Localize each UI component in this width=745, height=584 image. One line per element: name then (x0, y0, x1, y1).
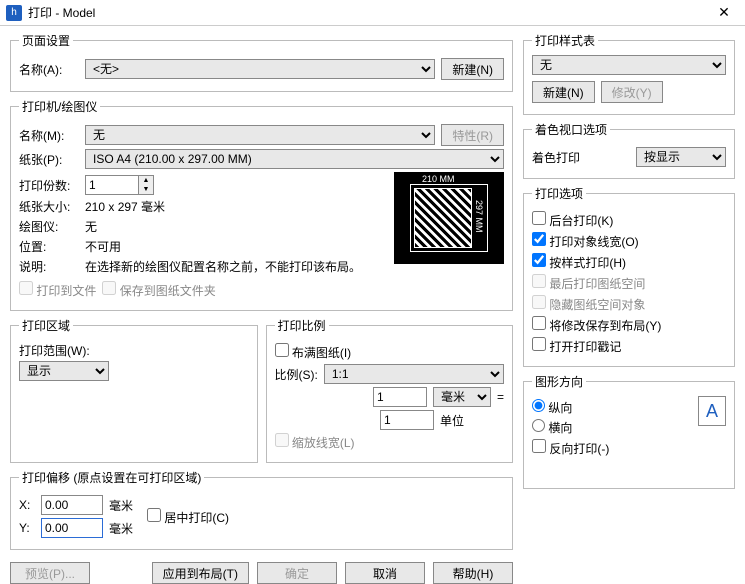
size-label: 纸张大小: (19, 198, 79, 215)
size-value: 210 x 297 毫米 (85, 198, 165, 215)
print-to-file-check[interactable]: 打印到文件 (19, 281, 96, 299)
printer-properties-button[interactable]: 特性(R) (441, 124, 504, 146)
printer-name-select[interactable]: 无 (85, 125, 435, 145)
landscape-radio[interactable]: 横向 (532, 419, 572, 436)
opt-hide-paperspace-check[interactable]: 隐藏图纸空间对象 (532, 295, 645, 313)
copies-input[interactable] (85, 175, 139, 195)
window-title: 打印 - Model (28, 4, 709, 21)
opt-background-check[interactable]: 后台打印(K) (532, 211, 613, 229)
titlebar: h 打印 - Model ✕ (0, 0, 745, 26)
offset-y-unit: 毫米 (109, 520, 133, 537)
shaded-label: 着色打印 (532, 149, 580, 166)
shaded-viewport-group: 着色视口选项 着色打印 按显示 (523, 121, 735, 179)
options-legend: 打印选项 (532, 185, 586, 202)
opt-last-paperspace-check[interactable]: 最后打印图纸空间 (532, 274, 645, 292)
spinner-down-icon[interactable]: ▼ (139, 185, 153, 194)
orientation-group: 图形方向 纵向 横向 反向打印(-) A (523, 373, 735, 489)
plot-offset-group: 打印偏移 (原点设置在可打印区域) X: 毫米 Y: 毫米 居中打印(C) (10, 469, 513, 550)
scale-unit-label: 单位 (440, 412, 504, 429)
plot-options-group: 打印选项 后台打印(K) 打印对象线宽(O) 按样式打印(H) 最后打印图纸空间… (523, 185, 735, 367)
opt-save-layout-check[interactable]: 将修改保存到布局(Y) (532, 316, 661, 334)
printer-group: 打印机/绘图仪 名称(M): 无 特性(R) 纸张(P): ISO A4 (21… (10, 98, 513, 311)
location-value: 不可用 (85, 238, 121, 255)
opt-style-check[interactable]: 按样式打印(H) (532, 253, 626, 271)
pagesetup-name-select[interactable]: <无> (85, 59, 435, 79)
paper-label: 纸张(P): (19, 151, 79, 168)
paper-select[interactable]: ISO A4 (210.00 x 297.00 MM) (85, 149, 504, 169)
plot-area-group: 打印区域 打印范围(W): 显示 (10, 317, 258, 463)
orientation-legend: 图形方向 (532, 373, 586, 390)
scale-eq: = (497, 390, 504, 404)
page-setup-legend: 页面设置 (19, 32, 73, 49)
scale-label: 比例(S): (275, 366, 318, 383)
range-label: 打印范围(W): (19, 342, 249, 359)
shaded-legend: 着色视口选项 (532, 121, 610, 138)
printer-name-label: 名称(M): (19, 127, 79, 144)
range-select[interactable]: 显示 (19, 361, 109, 381)
scale-select[interactable]: 1:1 (324, 364, 504, 384)
plotter-value: 无 (85, 218, 97, 235)
offset-y-input[interactable] (41, 518, 103, 538)
style-edit-button[interactable]: 修改(Y) (601, 81, 663, 103)
plotter-label: 绘图仪: (19, 218, 79, 235)
pagesetup-new-button[interactable]: 新建(N) (441, 58, 504, 80)
plot-scale-group: 打印比例 布满图纸(I) 比例(S): 1:1 毫米 = 单位 缩放线宽(L) (266, 317, 514, 463)
desc-value: 在选择新的绘图仪配置名称之前，不能打印该布局。 (85, 258, 361, 275)
pagesetup-name-label: 名称(A): (19, 61, 79, 78)
style-table-select[interactable]: 无 (532, 55, 726, 75)
paper-preview: 210 MM 297 MM (394, 172, 504, 264)
cancel-button[interactable]: 取消 (345, 562, 425, 584)
style-table-group: 打印样式表 无 新建(N) 修改(Y) (523, 32, 735, 115)
offset-x-unit: 毫米 (109, 497, 133, 514)
center-plot-check[interactable]: 居中打印(C) (147, 508, 229, 526)
preview-button[interactable]: 预览(P)... (10, 562, 90, 584)
close-icon[interactable]: ✕ (709, 4, 739, 21)
plot-offset-legend: 打印偏移 (原点设置在可打印区域) (19, 469, 204, 486)
copies-spinner[interactable]: ▲▼ (85, 175, 154, 195)
portrait-radio[interactable]: 纵向 (532, 399, 572, 416)
reverse-check[interactable]: 反向打印(-) (532, 439, 609, 457)
plot-scale-legend: 打印比例 (275, 317, 329, 334)
offset-x-label: X: (19, 498, 35, 512)
offset-x-input[interactable] (41, 495, 103, 515)
app-icon: h (6, 5, 22, 21)
help-button[interactable]: 帮助(H) (433, 562, 513, 584)
copies-label: 打印份数: (19, 177, 79, 194)
opt-lineweight-check[interactable]: 打印对象线宽(O) (532, 232, 639, 250)
offset-y-label: Y: (19, 521, 35, 535)
plot-area-legend: 打印区域 (19, 317, 73, 334)
shaded-select[interactable]: 按显示 (636, 147, 726, 167)
ok-button[interactable]: 确定 (257, 562, 337, 584)
printer-legend: 打印机/绘图仪 (19, 98, 100, 115)
opt-stamp-check[interactable]: 打开打印戳记 (532, 337, 621, 355)
scale-mm-input[interactable] (373, 387, 427, 407)
spinner-up-icon[interactable]: ▲ (139, 176, 153, 185)
page-setup-group: 页面设置 名称(A): <无> 新建(N) (10, 32, 513, 92)
preview-width-label: 210 MM (422, 174, 455, 184)
orientation-icon: A (698, 396, 726, 426)
location-label: 位置: (19, 238, 79, 255)
save-to-sheet-check[interactable]: 保存到图纸文件夹 (102, 281, 215, 299)
style-table-legend: 打印样式表 (532, 32, 598, 49)
style-new-button[interactable]: 新建(N) (532, 81, 595, 103)
scale-lineweight-check[interactable]: 缩放线宽(L) (275, 433, 355, 451)
scale-unit-select[interactable]: 毫米 (433, 387, 491, 407)
scale-unit-input[interactable] (380, 410, 434, 430)
fit-paper-check[interactable]: 布满图纸(I) (275, 343, 352, 361)
apply-layout-button[interactable]: 应用到布局(T) (152, 562, 249, 584)
desc-label: 说明: (19, 258, 79, 275)
